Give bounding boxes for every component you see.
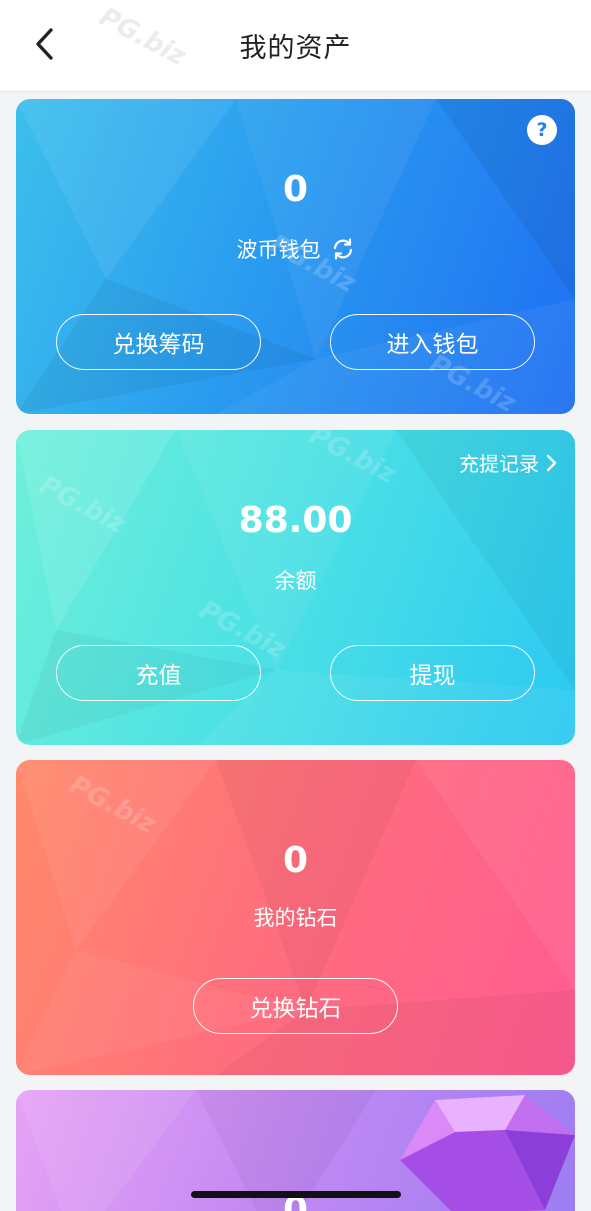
balance-label: 余额 — [16, 565, 575, 595]
records-label: 充提记录 — [459, 452, 539, 476]
help-button[interactable]: ? — [527, 115, 557, 145]
withdraw-button[interactable]: 提现 — [330, 645, 535, 701]
refresh-icon[interactable] — [331, 237, 355, 261]
wallet-amount: 0 — [282, 169, 309, 210]
page-title: 我的资产 — [239, 33, 352, 64]
exchange-chips-button[interactable]: 兑换筹码 — [56, 314, 261, 370]
diamond-card: PG.biz 0 我的钻石 兑换钻石 — [16, 760, 575, 1075]
balance-card: PG.biz PG.biz PG.biz 充提记录 88.00 余额 充值 提现 — [16, 430, 575, 745]
diamond-label: 我的钻石 — [16, 902, 575, 932]
wallet-label-row: 波币钱包 — [16, 234, 575, 264]
enter-wallet-button[interactable]: 进入钱包 — [330, 314, 535, 370]
diamond-amount: 0 — [282, 840, 309, 881]
recharge-button[interactable]: 充值 — [56, 645, 261, 701]
wallet-label: 波币钱包 — [236, 238, 321, 262]
question-icon: ? — [536, 119, 548, 141]
top-nav-bar: 我的资产 PG.biz — [0, 0, 591, 92]
records-link[interactable]: 充提记录 — [459, 448, 557, 477]
diamond-label-text: 我的钻石 — [253, 906, 338, 930]
exchange-diamond-button[interactable]: 兑换钻石 — [193, 978, 398, 1034]
balance-amount: 88.00 — [238, 500, 353, 541]
home-indicator — [191, 1191, 401, 1198]
chevron-right-icon — [546, 454, 557, 471]
wallet-card: PG.biz PG.biz ? 0 波币钱包 兑换筹码 进入钱包 — [16, 99, 575, 414]
balance-label-text: 余额 — [274, 569, 317, 593]
